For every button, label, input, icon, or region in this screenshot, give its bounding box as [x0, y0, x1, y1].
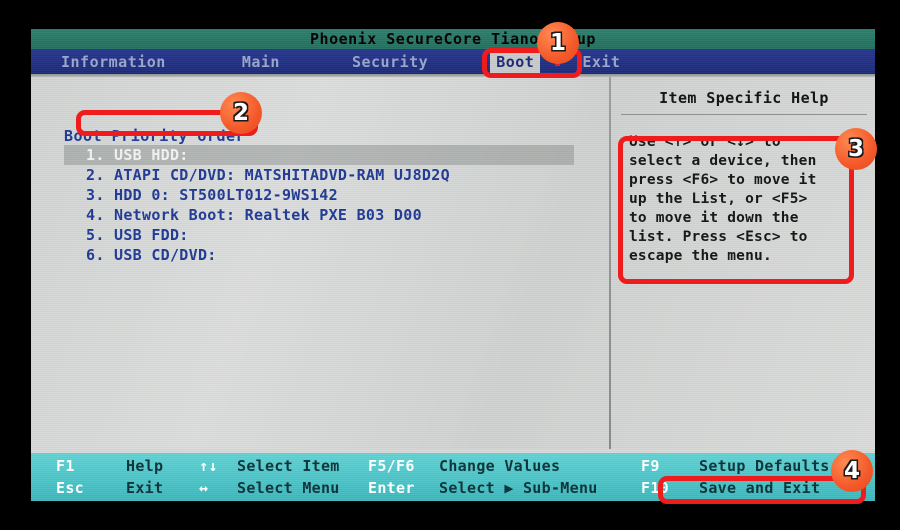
tab-security[interactable]: Security	[350, 53, 430, 71]
select-menu-label: Select Menu	[237, 477, 340, 499]
page-title: Phoenix SecureCore Tiano Setup	[310, 30, 596, 48]
bios-title-bar: Phoenix SecureCore Tiano Setup	[31, 29, 875, 49]
help-panel-body: Use <↑> or <↓> to select a device, then …	[629, 133, 867, 266]
key-esc-label: Exit	[126, 477, 163, 499]
panel-divider	[609, 77, 611, 449]
boot-list-item-3[interactable]: 3. HDD 0: ST500LT012-9WS142	[64, 185, 574, 205]
boot-list-item-2[interactable]: 2. ATAPI CD/DVD: MATSHITADVD-RAM UJ8D2Q	[64, 165, 574, 185]
tab-main[interactable]: Main	[240, 53, 282, 71]
bios-setup-screen: Phoenix SecureCore Tiano Setup Informati…	[31, 29, 875, 501]
save-and-exit-label: Save and Exit	[699, 477, 820, 499]
function-key-bar: F1 Help ↑↓ Select Item F5/F6 Change Valu…	[31, 453, 875, 501]
help-panel-rule	[621, 114, 867, 115]
boot-priority-list[interactable]: 1. USB HDD: 2. ATAPI CD/DVD: MATSHITADVD…	[64, 145, 574, 265]
change-values-label: Change Values	[439, 455, 560, 477]
setup-defaults-label: Setup Defaults	[699, 455, 830, 477]
key-f5-f6[interactable]: F5/F6	[368, 455, 415, 477]
boot-priority-panel: Boot Priority order 1. USB HDD: 2. ATAPI…	[31, 77, 609, 449]
function-key-row-1: F1 Help ↑↓ Select Item F5/F6 Change Valu…	[31, 455, 875, 477]
arrow-left-right-icon: ↔	[199, 477, 208, 499]
key-f9[interactable]: F9	[641, 455, 660, 477]
boot-list-item-4[interactable]: 4. Network Boot: Realtek PXE B03 D00	[64, 205, 574, 225]
boot-priority-heading: Boot Priority order	[64, 127, 245, 145]
help-panel-title: Item Specific Help	[613, 89, 875, 107]
menu-bar: Information Main Security Boot Exit	[31, 49, 875, 74]
key-f1-label: Help	[126, 455, 163, 477]
select-item-label: Select Item	[237, 455, 340, 477]
select-submenu-label: Select ▶ Sub-Menu	[439, 477, 598, 499]
item-specific-help-panel: Item Specific Help Use <↑> or <↓> to sel…	[613, 77, 875, 449]
tab-boot[interactable]: Boot	[490, 50, 540, 74]
boot-list-item-6[interactable]: 6. USB CD/DVD:	[64, 245, 574, 265]
function-key-row-2: Esc Exit ↔ Select Menu Enter Select ▶ Su…	[31, 477, 875, 499]
boot-list-item-1[interactable]: 1. USB HDD:	[64, 145, 574, 165]
key-esc[interactable]: Esc	[56, 477, 84, 499]
key-enter[interactable]: Enter	[368, 477, 415, 499]
tab-information[interactable]: Information	[59, 53, 168, 71]
content-area: Boot Priority order 1. USB HDD: 2. ATAPI…	[31, 77, 875, 449]
key-f10[interactable]: F10	[641, 477, 669, 499]
key-f1[interactable]: F1	[56, 455, 75, 477]
screenshot-frame: Phoenix SecureCore Tiano Setup Informati…	[0, 0, 900, 530]
arrow-up-down-icon: ↑↓	[199, 455, 218, 477]
tab-exit[interactable]: Exit	[580, 53, 622, 71]
boot-list-item-5[interactable]: 5. USB FDD:	[64, 225, 574, 245]
